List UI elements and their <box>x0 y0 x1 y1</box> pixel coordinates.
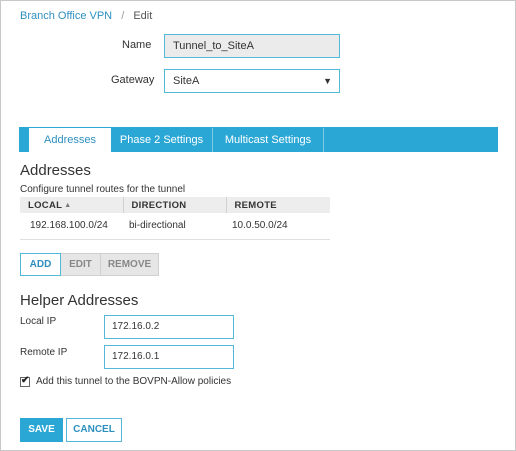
tab-multicast-settings[interactable]: Multicast Settings <box>213 128 324 152</box>
gateway-select[interactable]: SiteA ▼ <box>164 69 340 93</box>
addresses-description: Configure tunnel routes for the tunnel <box>20 184 186 195</box>
gateway-selected-value: SiteA <box>173 75 200 87</box>
local-ip-label: Local IP <box>20 316 57 327</box>
tab-addresses[interactable]: Addresses <box>29 128 111 152</box>
remote-ip-input[interactable]: 172.16.0.1 <box>104 345 234 369</box>
cancel-button[interactable]: CANCEL <box>66 418 122 442</box>
local-ip-input[interactable]: 172.16.0.2 <box>104 315 234 339</box>
gateway-label: Gateway <box>111 74 155 86</box>
cell-local: 192.168.100.0/24 <box>20 213 123 240</box>
sort-up-icon: ▲ <box>64 201 72 209</box>
helper-addresses-title: Helper Addresses <box>20 292 139 309</box>
checkmark-icon: ✔ <box>21 375 30 386</box>
cell-direction: bi-directional <box>123 213 226 240</box>
edit-button[interactable]: EDIT <box>61 253 101 276</box>
breadcrumb-separator: / <box>121 10 125 22</box>
tab-bar: Addresses Phase 2 Settings Multicast Set… <box>19 127 498 152</box>
remote-ip-label: Remote IP <box>20 347 68 358</box>
caret-down-icon: ▼ <box>323 76 332 86</box>
add-button[interactable]: ADD <box>20 253 61 276</box>
table-row[interactable]: 192.168.100.0/24 bi-directional 10.0.50.… <box>20 213 330 240</box>
breadcrumb-current: Edit <box>133 10 153 22</box>
column-header-remote[interactable]: REMOTE <box>226 197 330 213</box>
addresses-title: Addresses <box>20 162 91 179</box>
cell-remote: 10.0.50.0/24 <box>226 213 330 240</box>
tunnel-routes-table: LOCAL ▲ DIRECTION REMOTE 192.168.100.0/24… <box>20 197 330 240</box>
breadcrumb-branch-office-vpn-link[interactable]: Branch Office VPN <box>20 10 112 22</box>
column-header-direction[interactable]: DIRECTION <box>123 197 227 213</box>
name-input[interactable]: Tunnel_to_SiteA <box>164 34 340 58</box>
bovpn-allow-checkbox-label[interactable]: Add this tunnel to the BOVPN-Allow polic… <box>36 376 231 387</box>
bovpn-allow-checkbox[interactable]: ✔ <box>20 375 30 387</box>
tab-phase-2-settings[interactable]: Phase 2 Settings <box>111 128 213 152</box>
breadcrumb: Branch Office VPN / Edit <box>20 10 152 22</box>
save-button[interactable]: SAVE <box>20 418 63 442</box>
column-header-local[interactable]: LOCAL ▲ <box>20 197 124 213</box>
name-label: Name <box>122 39 152 51</box>
remove-button[interactable]: REMOVE <box>101 253 159 276</box>
